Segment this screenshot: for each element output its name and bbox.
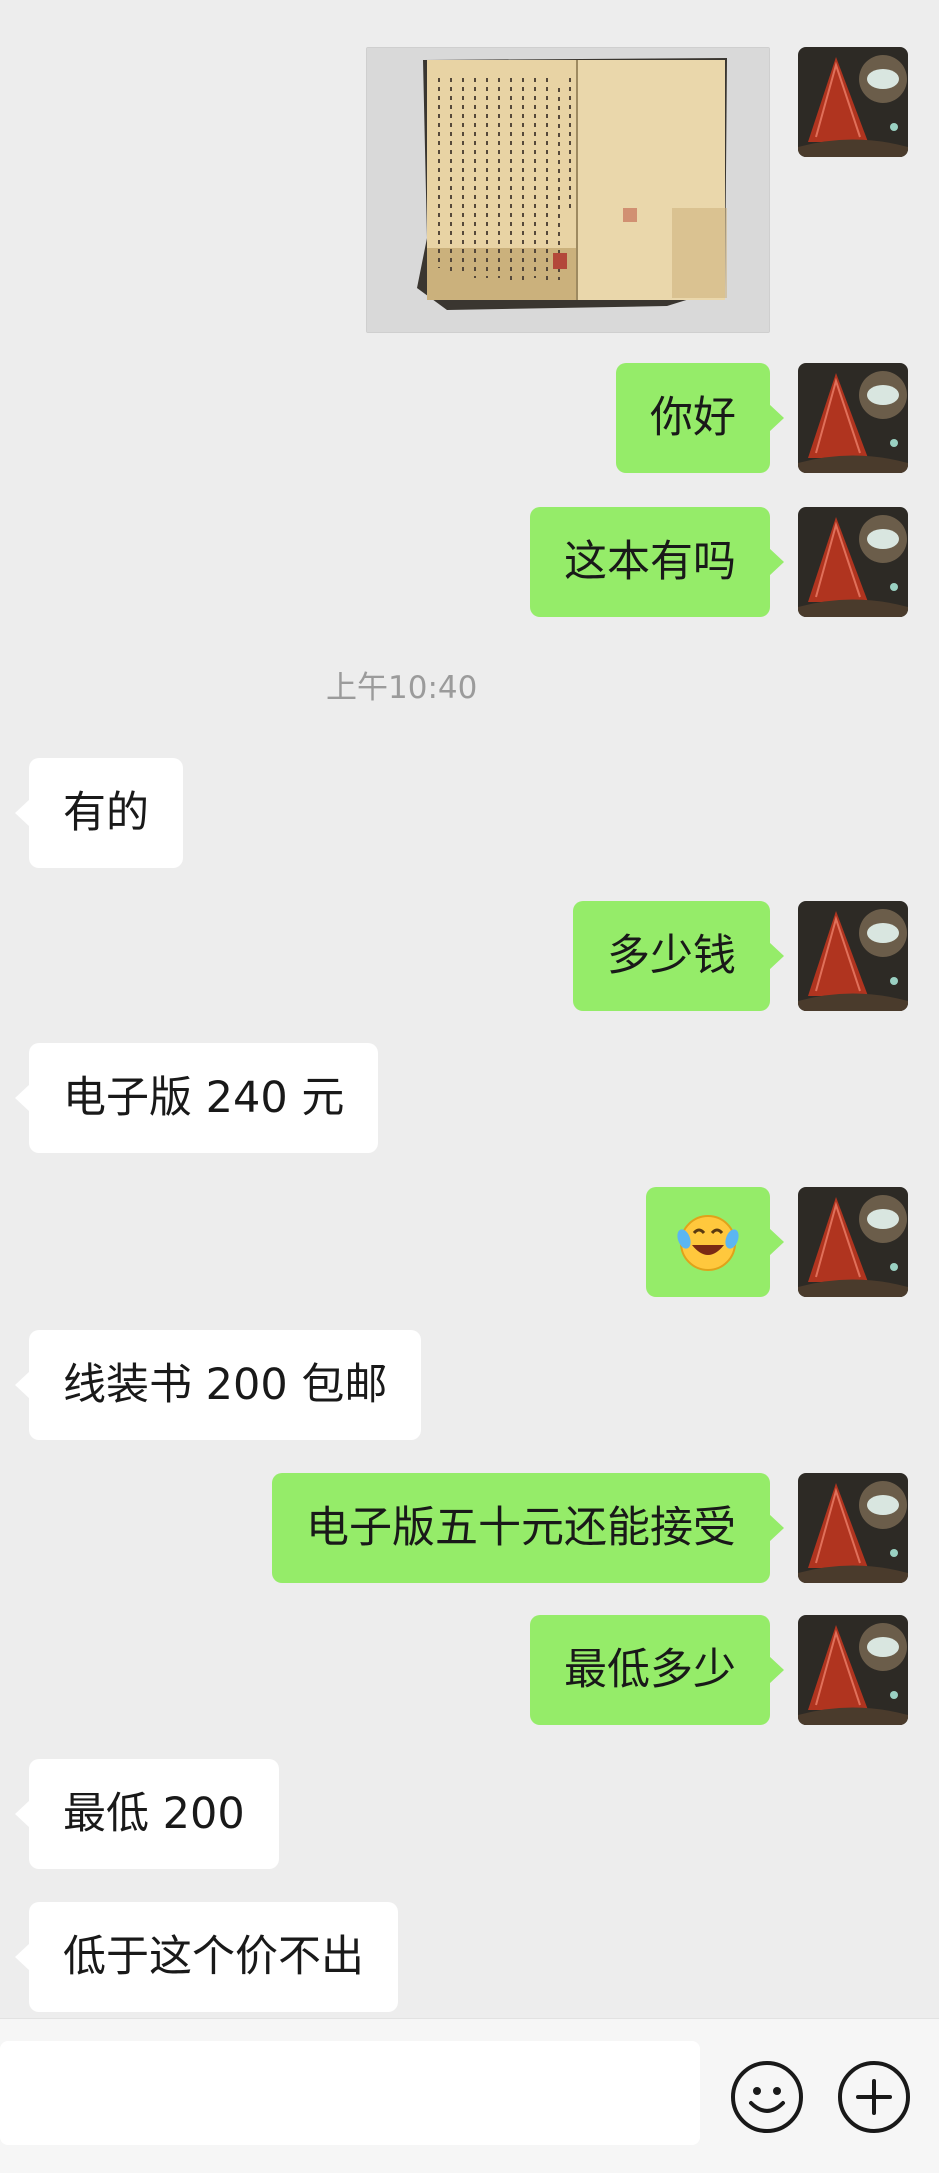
my-avatar[interactable] [798, 47, 908, 157]
message-text: 最低 200 [63, 1789, 245, 1839]
message-input-bar [0, 2018, 939, 2173]
message-input[interactable] [0, 2041, 700, 2145]
message-text: 最低多少 [564, 1645, 736, 1695]
more-options-button[interactable] [838, 2061, 910, 2133]
message-text: 线装书 200 包邮 [63, 1360, 388, 1410]
message-text: 你好 [650, 393, 736, 443]
avatar-image-icon [798, 1473, 908, 1583]
chat-message-list[interactable]: 你好 这本有吗 上午10:40 有的 多少钱 电子版 240 元 线装书 200… [0, 0, 939, 2018]
avatar-image-icon [798, 507, 908, 617]
message-text: 低于这个价不出 [63, 1932, 364, 1982]
avatar-image-icon [798, 363, 908, 473]
image-message[interactable] [366, 47, 770, 333]
avatar-image-icon [798, 1187, 908, 1297]
message-text: 有的 [63, 788, 149, 838]
message-text: 电子版五十元还能接受 [306, 1503, 736, 1553]
outgoing-message[interactable]: 电子版五十元还能接受 [272, 1473, 784, 1583]
my-avatar[interactable] [798, 1615, 908, 1725]
message-text: 多少钱 [607, 931, 736, 981]
message-text: 这本有吗 [564, 537, 736, 587]
avatar-image-icon [798, 1615, 908, 1725]
incoming-message[interactable]: 低于这个价不出 [15, 1902, 398, 2012]
message-text: 电子版 240 元 [63, 1073, 345, 1123]
incoming-message[interactable]: 电子版 240 元 [14, 1043, 379, 1153]
outgoing-message[interactable] [646, 1187, 784, 1297]
outgoing-message[interactable]: 最低多少 [530, 1615, 784, 1725]
timestamp: 上午10:40 [326, 670, 478, 706]
my-avatar[interactable] [798, 1473, 908, 1583]
outgoing-message[interactable]: 多少钱 [573, 901, 784, 1011]
avatar-image-icon [798, 47, 908, 157]
incoming-message[interactable]: 线装书 200 包邮 [14, 1330, 422, 1440]
incoming-message[interactable]: 有的 [15, 758, 183, 868]
my-avatar[interactable] [798, 1187, 908, 1297]
incoming-message[interactable]: 最低 200 [15, 1759, 279, 1869]
outgoing-message[interactable]: 这本有吗 [530, 507, 784, 617]
my-avatar[interactable] [798, 901, 908, 1011]
plus-circle-icon [856, 2079, 892, 2115]
my-avatar[interactable] [798, 507, 908, 617]
emoji-face-icon [749, 2087, 785, 2113]
my-avatar[interactable] [798, 363, 908, 473]
book-photo [367, 48, 769, 332]
laughing-with-tears-emoji-icon [677, 1215, 739, 1271]
emoji-button[interactable] [731, 2061, 803, 2133]
outgoing-message[interactable]: 你好 [616, 363, 784, 473]
avatar-image-icon [798, 901, 908, 1011]
